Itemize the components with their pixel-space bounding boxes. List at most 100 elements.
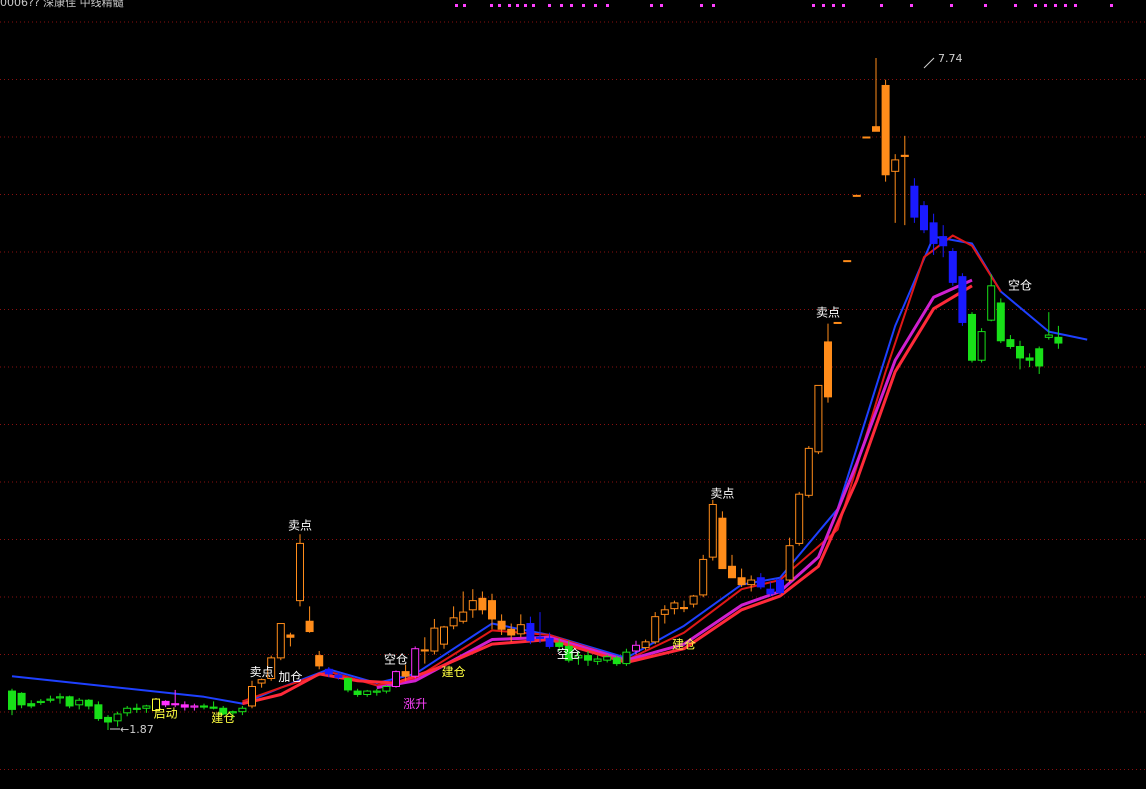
candle-body	[123, 707, 132, 714]
candle-body	[8, 690, 16, 710]
candle-body	[804, 447, 813, 496]
candle-body	[593, 658, 602, 662]
signal-label: 卖点	[816, 306, 840, 320]
candle-body	[209, 706, 218, 709]
candle-body	[910, 185, 919, 218]
signal-label: 空仓	[1008, 278, 1032, 292]
candle-body	[161, 700, 170, 706]
candle-body	[507, 628, 516, 636]
candle-body	[516, 624, 525, 635]
signal-dot	[880, 4, 883, 7]
candle-body	[872, 126, 880, 132]
candle-body	[852, 194, 861, 197]
candle-body	[257, 679, 266, 684]
candle-body	[238, 707, 247, 713]
candle-body	[478, 597, 487, 611]
candle-body	[632, 644, 640, 652]
candle-body	[785, 545, 794, 581]
signal-dot	[516, 4, 519, 7]
candle-body	[660, 609, 669, 615]
candle-body	[939, 236, 948, 247]
candle-body	[641, 641, 650, 649]
signal-dot	[532, 4, 535, 7]
signal-dot	[1110, 4, 1113, 7]
signal-dot	[650, 4, 653, 7]
candle-body	[699, 558, 708, 596]
candle-body	[286, 634, 295, 638]
candle-body	[795, 493, 804, 544]
candle-body	[689, 595, 698, 605]
candle-body	[36, 700, 45, 704]
candle-body	[747, 579, 756, 586]
signal-dot	[660, 4, 663, 7]
signal-label: 卖点	[710, 487, 734, 501]
candle-body	[190, 705, 199, 708]
candle-body	[334, 674, 343, 678]
candle-body	[766, 588, 775, 595]
candle-body	[180, 704, 189, 708]
candle-body	[728, 565, 736, 579]
candle-body	[536, 636, 544, 639]
candle-body	[27, 703, 36, 707]
candle-body	[891, 159, 900, 172]
candle-body	[392, 671, 400, 687]
candle-body	[881, 84, 890, 176]
candle-body	[718, 517, 727, 570]
candle-body	[56, 696, 64, 699]
candle-body	[248, 685, 256, 707]
candle-body	[94, 704, 103, 720]
signal-dot	[812, 4, 815, 7]
candle-body	[363, 690, 372, 696]
signal-dot	[463, 4, 466, 7]
signal-dot	[582, 4, 585, 7]
candle-body	[977, 331, 986, 361]
candle-body	[862, 136, 871, 139]
ma-line-red_lower	[242, 284, 973, 706]
candle-body	[708, 503, 717, 558]
candle-body	[958, 276, 967, 323]
signal-dot	[984, 4, 987, 7]
candle-body	[132, 707, 141, 710]
signal-dot	[1034, 4, 1037, 7]
candle-body	[488, 600, 496, 620]
signal-labels: 卖点卖点 加仓空仓涨升建仓空仓卖点建仓卖点启动 建仓空仓	[154, 278, 1032, 725]
candle-body	[411, 648, 420, 677]
candle-body	[17, 692, 26, 706]
signal-dot	[498, 4, 501, 7]
candle-body	[449, 617, 458, 627]
candle-body	[420, 649, 429, 652]
signal-dot	[700, 4, 703, 7]
candle-body	[833, 321, 842, 324]
signal-dot	[1014, 4, 1017, 7]
candle-body	[776, 579, 784, 594]
signal-dot	[594, 4, 597, 7]
candle-body	[737, 577, 746, 586]
signal-dot	[508, 4, 511, 7]
ma-line-red_upper	[242, 234, 1002, 703]
candle-body	[900, 154, 909, 157]
signal-label: 空仓	[557, 647, 581, 661]
low-value-label: ←1.87	[120, 723, 154, 736]
candle-body	[468, 600, 477, 611]
candlestick-chart: 卖点卖点 加仓空仓涨升建仓空仓卖点建仓卖点启动 建仓空仓 7.74←1.87	[0, 4, 1146, 770]
signal-label: 启动	[154, 706, 178, 720]
signal-dot	[1064, 4, 1067, 7]
signal-dot	[842, 4, 845, 7]
signal-dot	[1074, 4, 1077, 7]
signal-dot	[950, 4, 953, 7]
high-value-label: 7.74	[938, 52, 963, 65]
signal-dot	[455, 4, 458, 7]
candle-body	[670, 602, 679, 610]
candle-body	[651, 616, 660, 643]
candle-body	[276, 623, 285, 659]
candle-body	[113, 713, 122, 722]
candles	[8, 58, 1063, 730]
candle-body	[584, 655, 592, 661]
candle-body	[353, 690, 362, 696]
signal-label: 加仓	[278, 670, 302, 684]
candle-body	[622, 651, 631, 665]
candle-body	[75, 699, 84, 706]
candle-body	[142, 705, 151, 709]
high-arrow	[923, 57, 935, 69]
candle-body	[430, 627, 439, 652]
